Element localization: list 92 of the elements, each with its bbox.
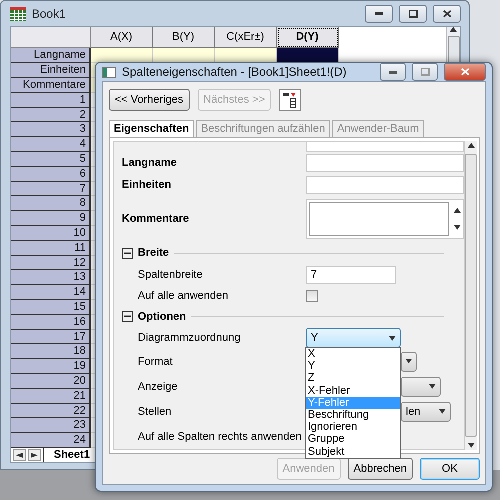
- dialog-title: Spalteneigenschaften - [Book1]Sheet1!(D): [122, 65, 347, 79]
- section-title: Optionen: [138, 310, 186, 322]
- row-header[interactable]: 15: [11, 300, 91, 315]
- scroll-left-button[interactable]: [13, 449, 26, 461]
- window-title: Book1: [32, 6, 66, 21]
- window-icon: [102, 66, 116, 78]
- row-header[interactable]: 17: [11, 330, 91, 344]
- input-field[interactable]: 7: [306, 266, 396, 284]
- row-header[interactable]: 7: [11, 182, 91, 196]
- field-label: Langname: [122, 157, 178, 169]
- option-label: Auf alle Spalten rechts anwenden: [138, 430, 303, 442]
- minimize-button[interactable]: [380, 63, 406, 81]
- input-field[interactable]: [306, 154, 464, 172]
- maximize-icon: [408, 10, 418, 18]
- dropdown-arrow-icon: [406, 359, 412, 364]
- scroll-down-icon: [468, 443, 474, 448]
- row-header[interactable]: 6: [11, 166, 91, 182]
- close-icon: [460, 68, 470, 76]
- close-button[interactable]: [433, 4, 461, 23]
- section-title: Breite: [138, 247, 170, 259]
- field-label: Kommentare: [122, 213, 190, 225]
- scroll-up-icon: [454, 208, 460, 213]
- field-label: Einheiten: [122, 179, 173, 191]
- column-header[interactable]: A(X): [91, 27, 153, 48]
- checkbox[interactable]: [306, 290, 318, 302]
- column-header[interactable]: D(Y): [277, 27, 339, 48]
- collapse-toggle[interactable]: [122, 311, 133, 322]
- column-header[interactable]: C(xEr±): [215, 27, 277, 48]
- right-arrow-icon: [31, 452, 38, 458]
- dropdown[interactable]: [401, 352, 417, 372]
- row-header[interactable]: 14: [11, 285, 91, 300]
- row-header[interactable]: 22: [11, 404, 91, 418]
- row-header[interactable]: 5: [11, 152, 91, 167]
- field-label: Spaltenbreite: [138, 268, 204, 280]
- row-header[interactable]: 11: [11, 240, 91, 256]
- row-header[interactable]: 10: [11, 226, 91, 241]
- row-header[interactable]: 3: [11, 122, 91, 138]
- row-header[interactable]: 9: [11, 211, 91, 226]
- option-label: Diagrammzuordnung: [138, 332, 242, 344]
- dropdown[interactable]: Y: [306, 328, 401, 348]
- minimize-icon: [389, 70, 397, 74]
- scroll-up-icon: [468, 143, 474, 148]
- column-header[interactable]: B(Y): [153, 27, 215, 48]
- dropdown-arrow-icon: [389, 336, 396, 340]
- dialog-button[interactable]: OK: [420, 458, 480, 480]
- row-header[interactable]: 21: [11, 388, 91, 404]
- collapse-toggle[interactable]: [122, 248, 133, 258]
- option-label: Format: [138, 356, 174, 368]
- nav-button[interactable]: << Vorheriges: [109, 89, 190, 111]
- row-header[interactable]: 8: [11, 196, 91, 212]
- row-header[interactable]: Kommentare: [11, 78, 91, 93]
- option-label: Anzeige: [138, 380, 179, 392]
- dropdown-arrow-icon: [439, 409, 446, 414]
- row-header[interactable]: 19: [11, 359, 91, 374]
- column-list-icon: [283, 92, 298, 108]
- scroll-up-icon: [450, 27, 457, 32]
- input-field[interactable]: [306, 142, 464, 152]
- dropdown[interactable]: [401, 376, 441, 396]
- table-cell: [153, 48, 215, 64]
- minimize-button[interactable]: [365, 4, 393, 23]
- dropdown[interactable]: len: [401, 402, 451, 422]
- checkbox-label: Auf alle anwenden: [138, 290, 230, 302]
- scroll-right-button[interactable]: [28, 449, 41, 461]
- table-cell: [215, 48, 277, 64]
- spreadsheet-icon: [10, 6, 26, 21]
- row-header[interactable]: 24: [11, 433, 91, 448]
- row-header[interactable]: 2: [11, 108, 91, 122]
- scroll-down-icon: [454, 225, 460, 230]
- minimize-icon: [375, 12, 383, 16]
- maximize-button[interactable]: [399, 4, 427, 23]
- comment-field[interactable]: [306, 199, 464, 239]
- row-header[interactable]: 18: [11, 344, 91, 360]
- row-header[interactable]: 12: [11, 256, 91, 270]
- maximize-icon: [420, 68, 430, 76]
- dialog-button[interactable]: Abbrechen: [348, 458, 413, 480]
- row-header[interactable]: 1: [11, 92, 91, 108]
- row-header[interactable]: Langname: [11, 48, 91, 64]
- minus-icon: [124, 313, 131, 320]
- tab[interactable]: Eigenschaften: [109, 120, 194, 137]
- row-header[interactable]: 20: [11, 374, 91, 389]
- option-label: Stellen: [138, 406, 173, 418]
- input-field[interactable]: [306, 176, 464, 194]
- left-arrow-icon: [16, 452, 23, 458]
- column-list-button[interactable]: [279, 89, 302, 111]
- row-header[interactable]: 16: [11, 314, 91, 330]
- row-header[interactable]: 4: [11, 137, 91, 152]
- dropdown-arrow-icon: [429, 384, 436, 389]
- close-icon: [442, 10, 452, 18]
- row-header[interactable]: 13: [11, 270, 91, 286]
- table-cell: [277, 48, 339, 64]
- row-header[interactable]: 23: [11, 418, 91, 434]
- row-header[interactable]: Einheiten: [11, 63, 91, 78]
